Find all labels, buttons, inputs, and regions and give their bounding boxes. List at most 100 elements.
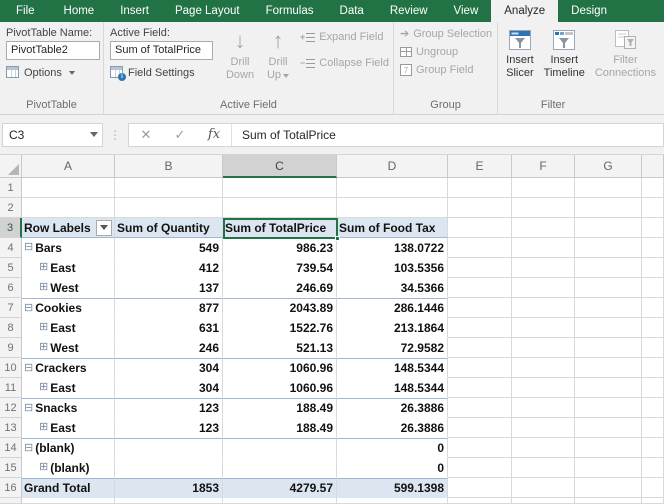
cell-G5[interactable]	[575, 258, 642, 278]
options-button[interactable]: Options	[6, 66, 99, 79]
name-box-dropdown[interactable]	[84, 124, 102, 146]
cell-G8[interactable]	[575, 318, 642, 338]
cell-E8[interactable]	[448, 318, 512, 338]
collapse-box-icon[interactable]: ⊟	[24, 442, 33, 454]
cell-G13[interactable]	[575, 418, 642, 438]
row-header-6[interactable]: 6	[0, 278, 22, 298]
cell-A15[interactable]: ⊞ (blank)	[22, 458, 115, 478]
cancel-icon[interactable]: ✕	[129, 127, 163, 143]
tab-insert[interactable]: Insert	[107, 0, 162, 22]
cell-F17[interactable]	[512, 498, 575, 504]
cell-G16[interactable]	[575, 478, 642, 498]
row-header-4[interactable]: 4	[0, 238, 22, 258]
cell-D1[interactable]	[337, 178, 448, 198]
cell-B9[interactable]: 246	[115, 338, 223, 358]
cell-A11[interactable]: ⊞ East	[22, 378, 115, 398]
cell-B15[interactable]	[115, 458, 223, 478]
row-header-13[interactable]: 13	[0, 418, 22, 438]
cell-A1[interactable]	[22, 178, 115, 198]
expand-box-icon[interactable]: ⊞	[39, 322, 48, 333]
cell-E13[interactable]	[448, 418, 512, 438]
cell-G17[interactable]	[575, 498, 642, 504]
cell-B2[interactable]	[115, 198, 223, 218]
expand-box-icon[interactable]: ⊞	[39, 342, 48, 353]
row-header-2[interactable]: 2	[0, 198, 22, 218]
cell-G15[interactable]	[575, 458, 642, 478]
cell-F3[interactable]	[512, 218, 575, 238]
row-header-3[interactable]: 3	[0, 218, 22, 238]
cell-E7[interactable]	[448, 298, 512, 318]
expand-field-button[interactable]: + Expand Field	[300, 31, 389, 43]
cell-F11[interactable]	[512, 378, 575, 398]
column-header-C[interactable]: C	[223, 155, 337, 178]
cell-F7[interactable]	[512, 298, 575, 318]
cell-H1[interactable]	[642, 178, 664, 198]
cell-C12[interactable]: 188.49	[223, 398, 337, 418]
cell-B7[interactable]: 877	[115, 298, 223, 318]
cell-C11[interactable]: 1060.96	[223, 378, 337, 398]
cell-G6[interactable]	[575, 278, 642, 298]
column-header-partial[interactable]	[642, 155, 664, 178]
tab-formulas[interactable]: Formulas	[253, 0, 327, 22]
cell-H12[interactable]	[642, 398, 664, 418]
cell-E10[interactable]	[448, 358, 512, 378]
formula-content[interactable]: Sum of TotalPrice	[232, 128, 336, 142]
row-header-5[interactable]: 5	[0, 258, 22, 278]
cell-C14[interactable]	[223, 438, 337, 458]
row-header-11[interactable]: 11	[0, 378, 22, 398]
cell-F12[interactable]	[512, 398, 575, 418]
cell-H5[interactable]	[642, 258, 664, 278]
cell-D3[interactable]: Sum of Food Tax	[337, 218, 448, 238]
cell-D8[interactable]: 213.1864	[337, 318, 448, 338]
cell-C8[interactable]: 1522.76	[223, 318, 337, 338]
cell-H2[interactable]	[642, 198, 664, 218]
row-header-10[interactable]: 10	[0, 358, 22, 378]
cell-H17[interactable]	[642, 498, 664, 504]
cell-A10[interactable]: ⊟ Crackers	[22, 358, 115, 378]
cell-C1[interactable]	[223, 178, 337, 198]
cell-C15[interactable]	[223, 458, 337, 478]
cell-B6[interactable]: 137	[115, 278, 223, 298]
expand-box-icon[interactable]: ⊞	[39, 282, 48, 293]
cell-E16[interactable]	[448, 478, 512, 498]
cell-C9[interactable]: 521.13	[223, 338, 337, 358]
column-header-B[interactable]: B	[115, 155, 223, 178]
cell-H14[interactable]	[642, 438, 664, 458]
enter-icon[interactable]: ✓	[163, 127, 197, 143]
cell-E1[interactable]	[448, 178, 512, 198]
cell-G1[interactable]	[575, 178, 642, 198]
cell-B3[interactable]: Sum of Quantity	[115, 218, 223, 238]
cell-C17[interactable]	[223, 498, 337, 504]
cell-C13[interactable]: 188.49	[223, 418, 337, 438]
cell-B1[interactable]	[115, 178, 223, 198]
cell-A4[interactable]: ⊟ Bars	[22, 238, 115, 258]
cell-E14[interactable]	[448, 438, 512, 458]
cell-H16[interactable]	[642, 478, 664, 498]
collapse-box-icon[interactable]: ⊟	[24, 242, 33, 253]
pivottable-name-input[interactable]: PivotTable2	[6, 41, 100, 60]
cell-D13[interactable]: 26.3886	[337, 418, 448, 438]
cell-A8[interactable]: ⊞ East	[22, 318, 115, 338]
row-header-9[interactable]: 9	[0, 338, 22, 358]
cell-H9[interactable]	[642, 338, 664, 358]
row-header-8[interactable]: 8	[0, 318, 22, 338]
cell-B14[interactable]	[115, 438, 223, 458]
group-field-button[interactable]: 7 Group Field	[399, 64, 493, 76]
cell-G3[interactable]	[575, 218, 642, 238]
select-all-corner[interactable]	[0, 155, 22, 178]
cell-F6[interactable]	[512, 278, 575, 298]
tab-design[interactable]: Design	[558, 0, 620, 22]
cell-F1[interactable]	[512, 178, 575, 198]
group-selection-button[interactable]: ➔ Group Selection	[400, 27, 493, 41]
expand-box-icon[interactable]: ⊞	[39, 262, 48, 273]
cell-D6[interactable]: 34.5366	[337, 278, 448, 298]
cell-E4[interactable]	[448, 238, 512, 258]
column-header-A[interactable]: A	[22, 155, 115, 178]
cell-H15[interactable]	[642, 458, 664, 478]
cell-B8[interactable]: 631	[115, 318, 223, 338]
cell-C5[interactable]: 739.54	[223, 258, 337, 278]
cell-F14[interactable]	[512, 438, 575, 458]
cell-B12[interactable]: 123	[115, 398, 223, 418]
filter-connections-button[interactable]: Filter Connections	[591, 25, 660, 98]
cell-G7[interactable]	[575, 298, 642, 318]
